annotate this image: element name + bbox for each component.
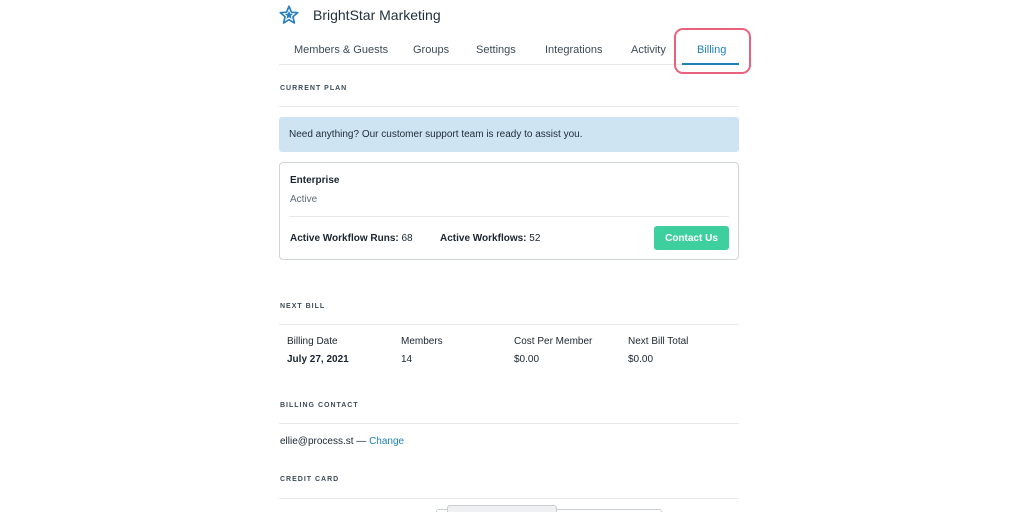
tab-members-guests[interactable]: Members & Guests [294,44,388,56]
credit-card-heading: CREDIT CARD [280,476,340,483]
workflows-value: 52 [529,233,541,244]
tab-groups[interactable]: Groups [413,44,449,56]
next-bill-heading: NEXT BILL [280,303,326,310]
billing-date-column: Billing Date July 27, 2021 [287,336,349,365]
cost-per-member-value: $0.00 [514,354,540,365]
section-divider [279,423,739,424]
cost-per-member-header: Cost Per Member [514,336,593,347]
tab-activity[interactable]: Activity [631,44,666,56]
plan-name: Enterprise [290,175,340,186]
members-value: 14 [401,354,413,365]
plan-divider [289,216,729,217]
workflow-runs-stat: Active Workflow Runs: 68 [290,233,413,244]
next-bill-total-header: Next Bill Total [628,336,689,347]
billing-date-header: Billing Date [287,336,338,347]
tab-settings[interactable]: Settings [476,44,516,56]
contact-us-button[interactable]: Contact Us [654,226,729,250]
change-contact-link[interactable]: Change [369,436,404,447]
workflows-label: Active Workflows: [440,233,527,244]
billing-date-value: July 27, 2021 [287,354,349,365]
plan-card: Enterprise Active Active Workflow Runs: … [279,162,739,260]
workflow-runs-value: 68 [401,233,413,244]
plan-status: Active [290,194,318,205]
current-plan-heading: CURRENT PLAN [280,85,348,92]
contact-separator: — [353,436,370,447]
billing-tab-highlight [674,28,751,74]
support-banner: Need anything? Our customer support team… [279,117,739,152]
star-logo-icon [279,5,299,25]
workflow-runs-label: Active Workflow Runs: [290,233,399,244]
app-header: BrightStar Marketing [279,4,441,26]
section-divider [279,324,739,325]
billing-contact-email: ellie@process.st [280,436,354,447]
section-divider [279,106,739,107]
members-column: Members 14 [401,336,443,365]
tab-integrations[interactable]: Integrations [545,44,602,56]
billing-contact-line: ellie@process.st — Change [280,436,404,447]
next-bill-total-column: Next Bill Total $0.00 [628,336,688,365]
cost-per-member-column: Cost Per Member $0.00 [514,336,592,365]
members-header: Members [401,336,443,347]
section-divider [279,498,739,499]
org-name: BrightStar Marketing [313,7,441,23]
support-message: Need anything? Our customer support team… [289,129,583,140]
credit-card-panel-tab[interactable] [447,505,557,512]
workflows-stat: Active Workflows: 52 [440,233,540,244]
billing-contact-heading: BILLING CONTACT [280,402,359,409]
next-bill-total-value: $0.00 [628,354,654,365]
